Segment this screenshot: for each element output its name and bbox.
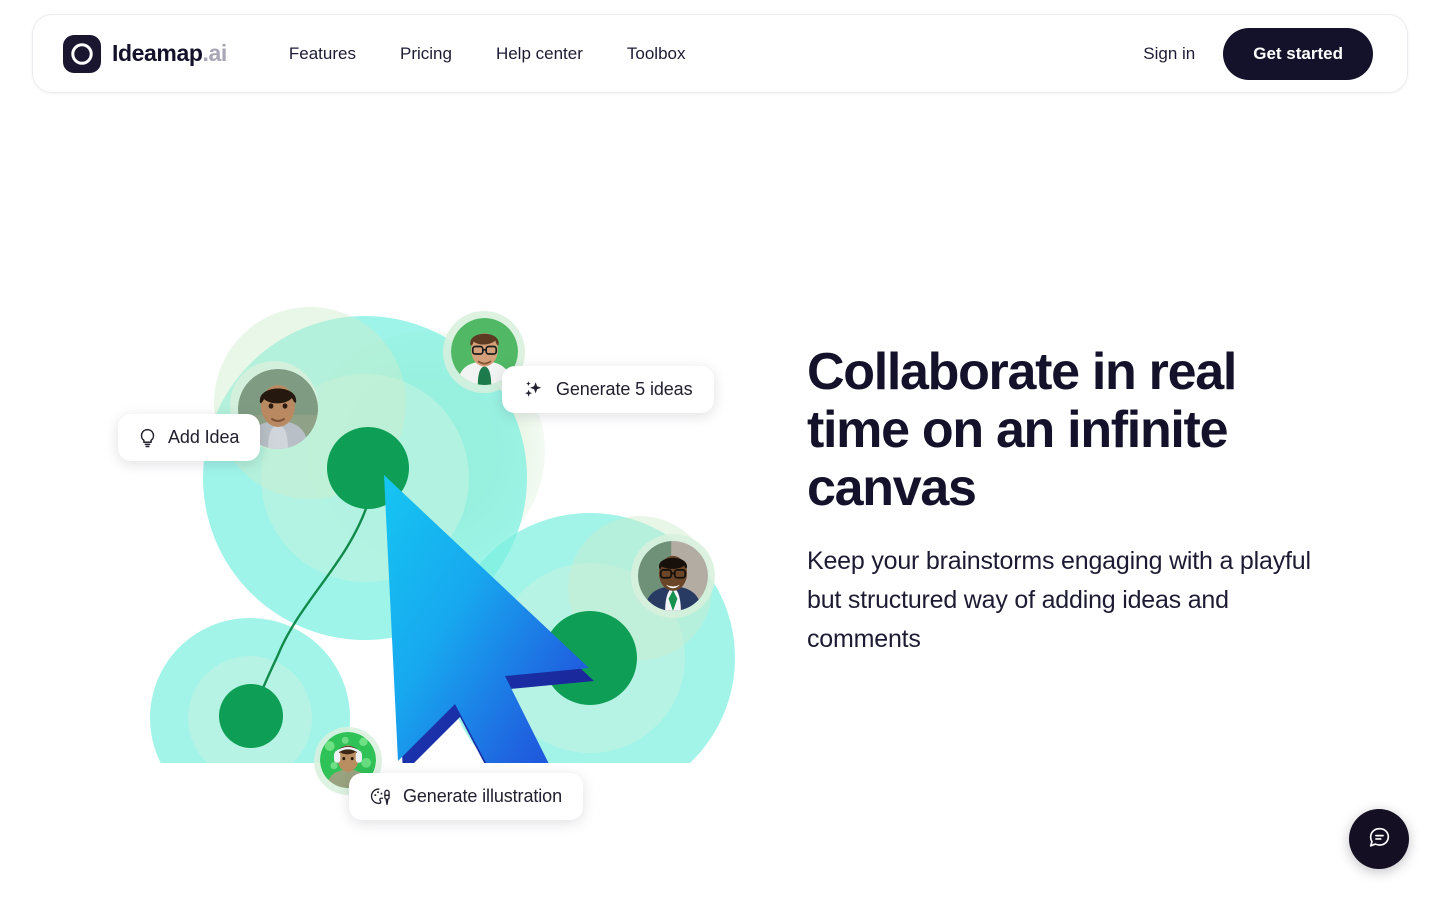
chip-add-idea[interactable]: Add Idea	[118, 414, 261, 461]
chip-generate-5-ideas[interactable]: Generate 5 ideas	[502, 366, 714, 413]
nav-link-features[interactable]: Features	[267, 34, 378, 74]
lightbulb-icon	[139, 428, 156, 448]
chat-support-button[interactable]	[1349, 809, 1409, 869]
avatar-person-3[interactable]	[631, 534, 721, 624]
navbar-actions: Sign in Get started	[1137, 27, 1373, 80]
main-navbar: Ideamap.ai Features Pricing Help center …	[32, 14, 1408, 93]
chip-label: Generate illustration	[403, 786, 562, 806]
chip-label: Add Idea	[168, 427, 240, 447]
primary-nav: Features Pricing Help center Toolbox	[267, 34, 708, 74]
brand-logo[interactable]: Ideamap.ai	[63, 34, 227, 73]
hero-subtitle: Keep your brainstorms engaging with a pl…	[807, 547, 1311, 653]
hero-illustration	[110, 203, 790, 795]
page-title: Collaborate in real time on an infinite …	[807, 343, 1237, 517]
ideamap-logo-icon	[63, 34, 101, 73]
nav-link-help-center[interactable]: Help center	[474, 34, 605, 74]
sign-in-link[interactable]: Sign in	[1137, 36, 1201, 72]
idea-core-bottom-left[interactable]	[219, 684, 283, 748]
hero-text-column: Collaborate in real time on an infinite …	[807, 343, 1347, 659]
nav-link-pricing[interactable]: Pricing	[378, 34, 474, 74]
sparkles-icon	[523, 379, 544, 400]
idea-cluster-graphic	[150, 307, 735, 763]
palette-brush-icon	[370, 787, 391, 807]
hero-section: Add Idea Generate 5 ideas Generate illus	[0, 93, 1440, 900]
avatar-image	[638, 541, 708, 611]
chat-bubble-icon	[1367, 825, 1392, 853]
chip-generate-illustration[interactable]: Generate illustration	[349, 773, 583, 820]
nav-link-toolbox[interactable]: Toolbox	[605, 34, 708, 74]
get-started-button[interactable]: Get started	[1223, 27, 1373, 80]
chip-label: Generate 5 ideas	[556, 379, 693, 399]
brand-name: Ideamap.ai	[112, 40, 227, 66]
